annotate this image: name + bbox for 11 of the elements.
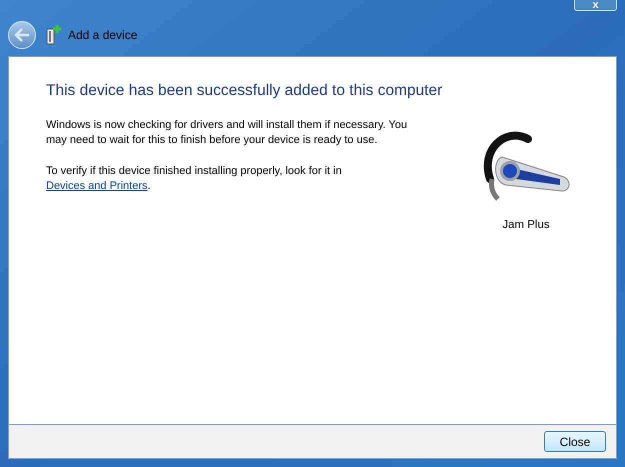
- window-close-button[interactable]: x: [574, 0, 617, 11]
- back-arrow-icon: [14, 28, 30, 42]
- device-plus-icon: [46, 24, 62, 44]
- window-title: Add a device: [68, 26, 138, 44]
- back-button[interactable]: [8, 20, 36, 48]
- heading: This device has been successfully added to this computer: [46, 81, 444, 101]
- close-dialog-button[interactable]: Close: [544, 431, 606, 452]
- device-name: Jam Plus: [502, 218, 550, 233]
- devices-link[interactable]: Devices and Printers: [46, 180, 148, 192]
- paragraph: Windows is now checking for drivers and will install them if necessary. You may need to wait for this to finish before your device is ready to use.: [46, 118, 408, 148]
- paragraph: To verify if this device finished installing properly, look for it in Devices and Printers.: [46, 164, 343, 194]
